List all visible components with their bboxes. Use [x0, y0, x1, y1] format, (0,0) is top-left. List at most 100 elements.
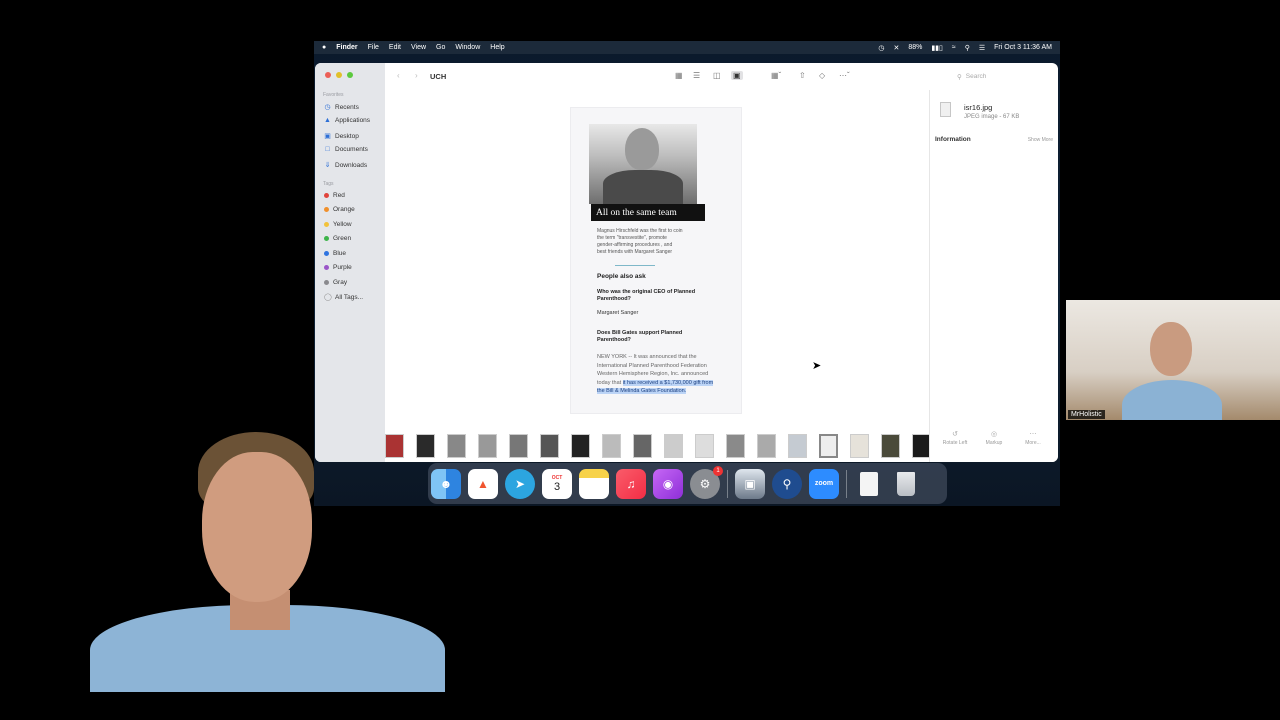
- thumbnail[interactable]: [850, 434, 869, 458]
- rotate-left-button[interactable]: ↺ Rotate Left: [935, 430, 975, 446]
- zoom-dock-icon[interactable]: zoom: [809, 468, 839, 499]
- image-preview[interactable]: All on the same team Magnus Hirschfeld w…: [570, 107, 742, 414]
- search-icon[interactable]: ⚲: [965, 44, 970, 52]
- thumbnail[interactable]: [602, 434, 621, 458]
- sidebar-tag-green[interactable]: Green: [324, 235, 351, 242]
- calendar-day: 3: [553, 480, 561, 493]
- thumbnail[interactable]: [726, 434, 745, 458]
- sidebar-tag-orange[interactable]: Orange: [324, 206, 355, 213]
- thumbnail[interactable]: [540, 434, 559, 458]
- mouse-cursor-icon: ➤: [812, 360, 822, 372]
- person-body: [1122, 380, 1222, 420]
- thumbnail-selected[interactable]: [819, 434, 838, 458]
- file-kind: JPEG image - 67 KB: [964, 114, 1020, 120]
- menu-edit[interactable]: Edit: [389, 44, 401, 51]
- sidebar-tag-yellow[interactable]: Yellow: [324, 221, 352, 228]
- sidebar-all-tags[interactable]: ◯ All Tags...: [324, 293, 363, 302]
- back-chevron-icon[interactable]: ‹: [397, 71, 400, 80]
- dock-separator: [846, 469, 847, 498]
- thumbnail[interactable]: [478, 434, 497, 458]
- music-dock-icon[interactable]: ♫: [616, 468, 646, 499]
- thumbnail[interactable]: [509, 434, 528, 458]
- download-icon: ⇓: [324, 162, 331, 169]
- sidebar-tag-purple[interactable]: Purple: [324, 264, 352, 271]
- system-settings-dock-icon[interactable]: ⚙ 1: [690, 465, 723, 499]
- thumbnail[interactable]: [788, 434, 807, 458]
- menu-window[interactable]: Window: [455, 44, 480, 51]
- tag-icon[interactable]: ◇: [819, 71, 825, 80]
- show-more-link[interactable]: Show More: [1028, 137, 1053, 143]
- menu-view[interactable]: View: [411, 44, 426, 51]
- column-view-icon[interactable]: ◫: [713, 71, 721, 80]
- sidebar-item-recents[interactable]: ◷ Recents: [324, 103, 358, 112]
- tag-color-icon: [324, 207, 329, 212]
- thumbnail[interactable]: [633, 434, 652, 458]
- information-label: Information: [935, 136, 971, 143]
- more-icon: ⋯: [1029, 431, 1037, 438]
- sidebar-tag-gray[interactable]: Gray: [324, 279, 347, 286]
- quicktime-dock-icon[interactable]: ⚲: [772, 468, 802, 499]
- more-button[interactable]: ⋯ More...: [1013, 430, 1053, 446]
- downloads-stack-icon[interactable]: [854, 469, 884, 499]
- gallery-view-icon[interactable]: ▣: [731, 71, 743, 80]
- clock-status-icon[interactable]: ◷: [878, 44, 884, 52]
- forward-chevron-icon[interactable]: ›: [415, 71, 418, 80]
- thumbnail[interactable]: [447, 434, 466, 458]
- brave-dock-icon[interactable]: ▲: [468, 468, 498, 499]
- finder-window: Favorites ◷ Recents ▲ Applications ▣ Deskto…: [315, 63, 1058, 462]
- sidebar-item-downloads[interactable]: ⇓ Downloads: [324, 161, 368, 170]
- info-panel: isr16.jpg JPEG image - 67 KB Information…: [929, 90, 1058, 462]
- sidebar-item-documents[interactable]: □ Documents: [324, 146, 368, 153]
- webcam-small: MrHolistic: [1066, 300, 1280, 420]
- finder-sidebar: Favorites ◷ Recents ▲ Applications ▣ Deskto…: [315, 63, 385, 462]
- tag-color-icon: [324, 280, 329, 285]
- sidebar-tag-blue[interactable]: Blue: [324, 250, 346, 257]
- minimize-window-button[interactable]: [336, 72, 342, 78]
- zoom-window-button[interactable]: [347, 72, 353, 78]
- portrait-head: [625, 128, 659, 170]
- sidebar-item-applications[interactable]: ▲ Applications: [324, 117, 370, 124]
- tag-color-icon: [324, 222, 329, 227]
- thumbnail[interactable]: [571, 434, 590, 458]
- podcasts-dock-icon[interactable]: ◉: [653, 468, 683, 499]
- preview-caption: Magnus Hirschfeld was the first to coin …: [597, 228, 683, 255]
- apple-menu-icon[interactable]: ●: [322, 44, 326, 51]
- bluetooth-icon[interactable]: ✕: [893, 44, 899, 52]
- markup-button[interactable]: ◎ Markup: [974, 430, 1014, 446]
- preview-dock-icon[interactable]: ▣: [735, 468, 765, 499]
- webcam-presenter: [90, 430, 445, 692]
- battery-icon[interactable]: ▮▮▯: [931, 44, 943, 52]
- menu-go[interactable]: Go: [436, 44, 445, 51]
- battery-percent[interactable]: 88%: [908, 44, 922, 51]
- icon-view-icon[interactable]: ▦: [675, 71, 683, 80]
- thumbnail[interactable]: [695, 434, 714, 458]
- control-center-icon[interactable]: ☰: [979, 44, 985, 52]
- jpeg-file-icon: [940, 102, 951, 117]
- menu-help[interactable]: Help: [490, 44, 504, 51]
- share-icon[interactable]: ⇧: [799, 71, 806, 80]
- trash-dock-icon[interactable]: [891, 469, 921, 499]
- telegram-dock-icon[interactable]: ➤: [505, 468, 535, 499]
- close-window-button[interactable]: [325, 72, 331, 78]
- group-by-icon[interactable]: ▦ˇ: [771, 71, 781, 80]
- wifi-icon[interactable]: ≈: [952, 44, 956, 51]
- search-field[interactable]: ⚲ Search: [957, 70, 1045, 83]
- thumbnail[interactable]: [664, 434, 683, 458]
- menu-finder[interactable]: Finder: [336, 44, 357, 51]
- notes-dock-icon[interactable]: [579, 468, 609, 499]
- sidebar-item-desktop[interactable]: ▣ Desktop: [324, 132, 359, 141]
- thumbnail[interactable]: [881, 434, 900, 458]
- answer-1: Margaret Sanger: [597, 310, 639, 316]
- sidebar-tag-red[interactable]: Red: [324, 192, 345, 199]
- calendar-dock-icon[interactable]: OCT 3: [542, 468, 572, 499]
- menubar-datetime[interactable]: Fri Oct 3 11:36 AM: [994, 44, 1052, 51]
- tag-color-icon: [324, 265, 329, 270]
- list-view-icon[interactable]: ☰: [693, 71, 700, 80]
- person-head: [1150, 322, 1192, 376]
- thumbnail[interactable]: [757, 434, 776, 458]
- more-actions-icon[interactable]: ⋯ˇ: [839, 71, 850, 80]
- notification-badge: 1: [713, 465, 723, 476]
- menu-file[interactable]: File: [368, 44, 379, 51]
- tag-color-icon: [324, 251, 329, 256]
- status-area: ◷ ✕ 88% ▮▮▯ ≈ ⚲ ☰ Fri Oct 3 11:36 AM: [878, 44, 1052, 52]
